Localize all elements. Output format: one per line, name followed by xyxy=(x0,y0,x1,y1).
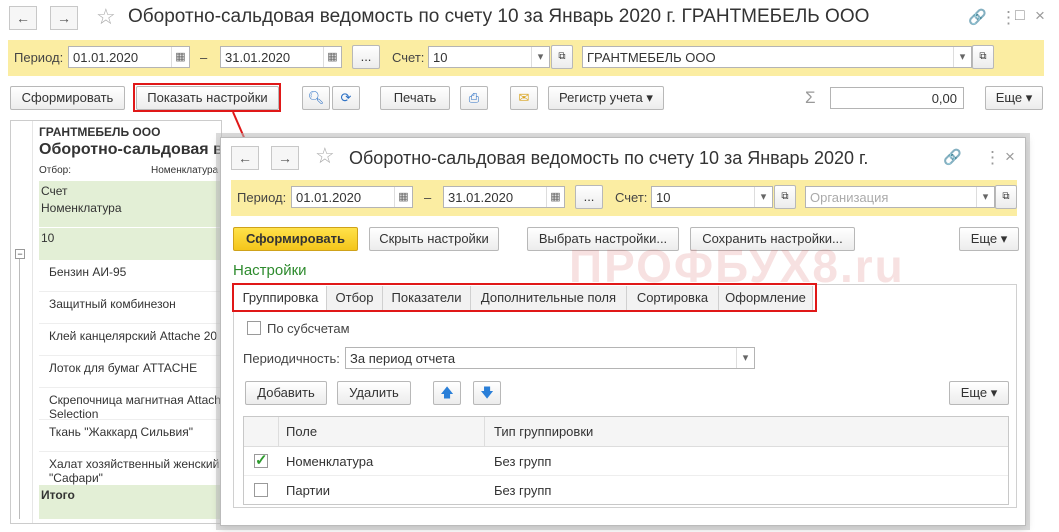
generate-button[interactable]: Сформировать xyxy=(233,227,358,251)
close-icon[interactable]: × xyxy=(1005,147,1015,167)
more-button[interactable]: Еще ▾ xyxy=(959,227,1019,251)
report-item: Защитный комбинезон xyxy=(49,297,176,311)
report-company: ГРАНТМЕБЕЛЬ ООО xyxy=(39,125,161,139)
periodicity-select[interactable]: За период отчета ▾ xyxy=(345,347,755,369)
favorite-star-icon[interactable]: ☆ xyxy=(315,143,335,169)
report-item: Лоток для бумаг ATTACHE xyxy=(49,361,198,375)
report-item: Клей канцелярский Attache 20 xyxy=(49,329,218,343)
chevron-down-icon[interactable]: ▾ xyxy=(754,187,772,207)
grouping-table: Поле Тип группировки ✓ Номенклатура Без … xyxy=(243,416,1009,505)
menu-dots-icon[interactable]: ⋮ xyxy=(984,148,1001,168)
back-button[interactable]: ← xyxy=(231,146,259,170)
column-field: Поле xyxy=(286,424,318,439)
dropdown-arrow-icon: ▾ xyxy=(990,385,998,400)
table-row[interactable]: ✓ Номенклатура Без групп xyxy=(244,447,1008,476)
arrow-left-icon: ← xyxy=(238,150,252,166)
row-checkbox[interactable] xyxy=(254,483,268,497)
row-field: Номенклатура xyxy=(286,454,374,469)
report-item: Халат хозяйственный женский xyxy=(49,457,220,471)
settings-heading: Настройки xyxy=(233,262,307,279)
column-group-type: Тип группировки xyxy=(494,424,594,439)
open-account-icon[interactable]: ⧉ xyxy=(774,185,796,209)
move-up-icon[interactable]: 🡅 xyxy=(433,381,461,405)
calendar-icon[interactable]: ▦ xyxy=(546,187,564,207)
report-col-nomenclature: Номенклатура xyxy=(41,201,122,215)
report-account-value: 10 xyxy=(41,231,55,245)
collapse-icon[interactable]: − xyxy=(15,249,25,259)
delete-button[interactable]: Удалить xyxy=(337,381,411,405)
row-group-type: Без групп xyxy=(494,483,552,498)
calendar-icon[interactable]: ▦ xyxy=(394,187,412,207)
move-down-icon[interactable]: 🡇 xyxy=(473,381,501,405)
dialog-title: Оборотно-сальдовая ведомость по счету 10… xyxy=(349,148,869,168)
report-area: ГРАНТМЕБЕЛЬ ООО Оборотно-сальдовая ведом… xyxy=(10,120,222,524)
forward-button[interactable]: → xyxy=(271,146,299,170)
organization-input[interactable]: Организация ▾ xyxy=(805,186,995,208)
period-dash: – xyxy=(424,190,432,205)
report-col-account: Счет xyxy=(41,184,68,198)
report-title: Оборотно-сальдовая ведомость xyxy=(39,141,222,158)
hide-settings-button[interactable]: Скрыть настройки xyxy=(369,227,499,251)
period-label: Период: xyxy=(237,190,287,205)
grid-more-button[interactable]: Еще ▾ xyxy=(949,381,1009,405)
row-group-type: Без групп xyxy=(494,454,552,469)
report-total-label: Итого xyxy=(41,488,75,502)
account-input[interactable]: 10 ▾ xyxy=(651,186,773,208)
report-gutter xyxy=(11,121,33,523)
row-checkbox-checked[interactable]: ✓ xyxy=(254,453,268,468)
open-org-icon[interactable]: ⧉ xyxy=(995,185,1017,209)
account-label: Счет: xyxy=(615,190,648,205)
tabs-highlight-box xyxy=(232,283,817,312)
chevron-down-icon[interactable]: ▾ xyxy=(736,348,754,368)
report-item: Бензин АИ-95 xyxy=(49,265,127,279)
table-row[interactable]: Партии Без групп xyxy=(244,477,1008,505)
period-select-button[interactable]: ... xyxy=(575,185,603,209)
settings-dialog: ← → ☆ Оборотно-сальдовая ведомость по сч… xyxy=(220,137,1026,526)
link-icon[interactable]: 🔗 xyxy=(943,148,962,166)
table-header: Поле Тип группировки xyxy=(244,417,1008,447)
chevron-down-icon[interactable]: ▾ xyxy=(976,187,994,207)
add-button[interactable]: Добавить xyxy=(245,381,327,405)
by-subaccounts-label: По субсчетам xyxy=(267,321,350,336)
report-item: Скрепочница магнитная Attach xyxy=(49,393,221,407)
periodicity-label: Периодичность: xyxy=(243,351,340,366)
arrow-right-icon: → xyxy=(278,150,292,166)
report-item: "Сафари" xyxy=(49,471,103,485)
dropdown-arrow-icon: ▾ xyxy=(1000,231,1008,246)
report-item: Ткань "Жаккард Сильвия" xyxy=(49,425,193,439)
by-subaccounts-checkbox[interactable] xyxy=(247,321,261,335)
report-filter: Отбор: Номенклатура xyxy=(39,165,219,176)
row-field: Партии xyxy=(286,483,330,498)
tree-line xyxy=(19,259,20,519)
period-from-input[interactable]: 01.01.2020 ▦ xyxy=(291,186,413,208)
period-to-input[interactable]: 31.01.2020 ▦ xyxy=(443,186,565,208)
